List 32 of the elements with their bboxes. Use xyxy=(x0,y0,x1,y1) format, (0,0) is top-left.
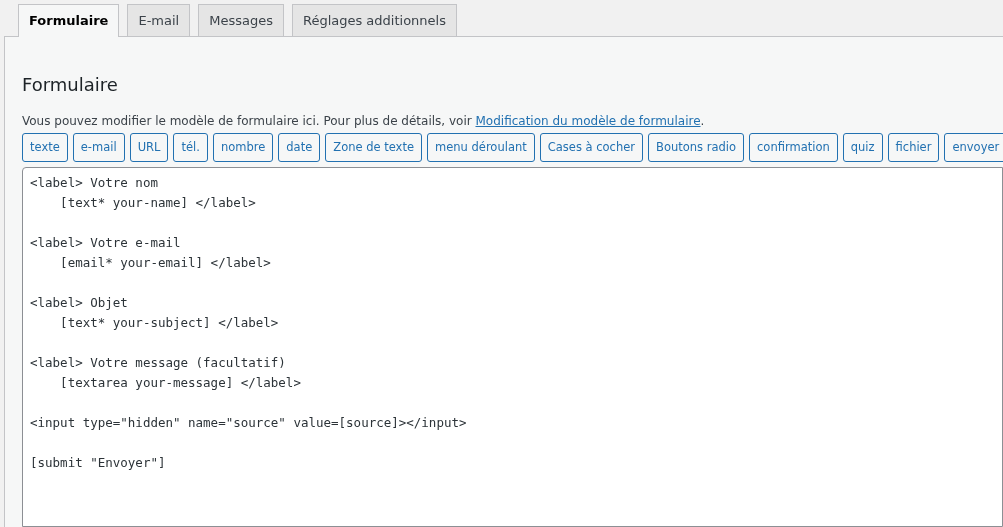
panel-description: Vous pouvez modifier le modèle de formulaire ici. Pour plus de détails, voir Modification du modèle de formulaire. xyxy=(22,113,706,129)
code-line: [submit "Envoyer"] xyxy=(30,454,166,472)
tag-button[interactable]: quiz xyxy=(842,133,883,162)
tag-button[interactable]: Boutons radio xyxy=(648,133,745,162)
code-line: [text* your-name] </label> xyxy=(59,194,256,212)
tag-button[interactable]: confirmation xyxy=(749,133,838,162)
tab[interactable]: Formulaire xyxy=(18,4,120,37)
panel-title: Formulaire xyxy=(22,73,119,97)
code-line: <label> Objet xyxy=(30,294,128,312)
tag-button[interactable]: date xyxy=(278,133,321,162)
tag-button[interactable]: envoyer xyxy=(944,133,1003,162)
tag-button[interactable]: URL xyxy=(129,133,169,162)
code-editor[interactable] xyxy=(22,167,1003,527)
code-line: [textarea your-message] </label> xyxy=(59,374,301,392)
tag-button[interactable]: menu déroulant xyxy=(427,133,535,162)
code-line: [text* your-subject] </label> xyxy=(59,314,279,332)
tag-button[interactable]: e-mail xyxy=(72,133,125,162)
code-line: [email* your-email] </label> xyxy=(59,254,271,272)
tag-button[interactable]: Cases à cocher xyxy=(539,133,643,162)
tab[interactable]: Réglages additionnels xyxy=(291,4,457,36)
tag-button[interactable]: nombre xyxy=(212,133,274,162)
code-line: <label> Votre nom xyxy=(30,174,158,192)
code-line: <input type="hidden" name="source" value=[source]></input> xyxy=(30,414,467,432)
tag-button[interactable]: Zone de texte xyxy=(325,133,422,162)
tag-button[interactable]: tél. xyxy=(173,133,208,162)
tag-button[interactable]: fichier xyxy=(887,133,940,162)
tab[interactable]: Messages xyxy=(198,4,284,36)
tab[interactable]: E-mail xyxy=(127,4,191,36)
code-line: <label> Votre message (facultatif) xyxy=(30,354,286,372)
documentation-link[interactable]: Modification du modèle de formulaire xyxy=(475,114,701,128)
code-line: <label> Votre e-mail xyxy=(30,234,181,252)
tag-button[interactable]: texte xyxy=(22,133,68,162)
